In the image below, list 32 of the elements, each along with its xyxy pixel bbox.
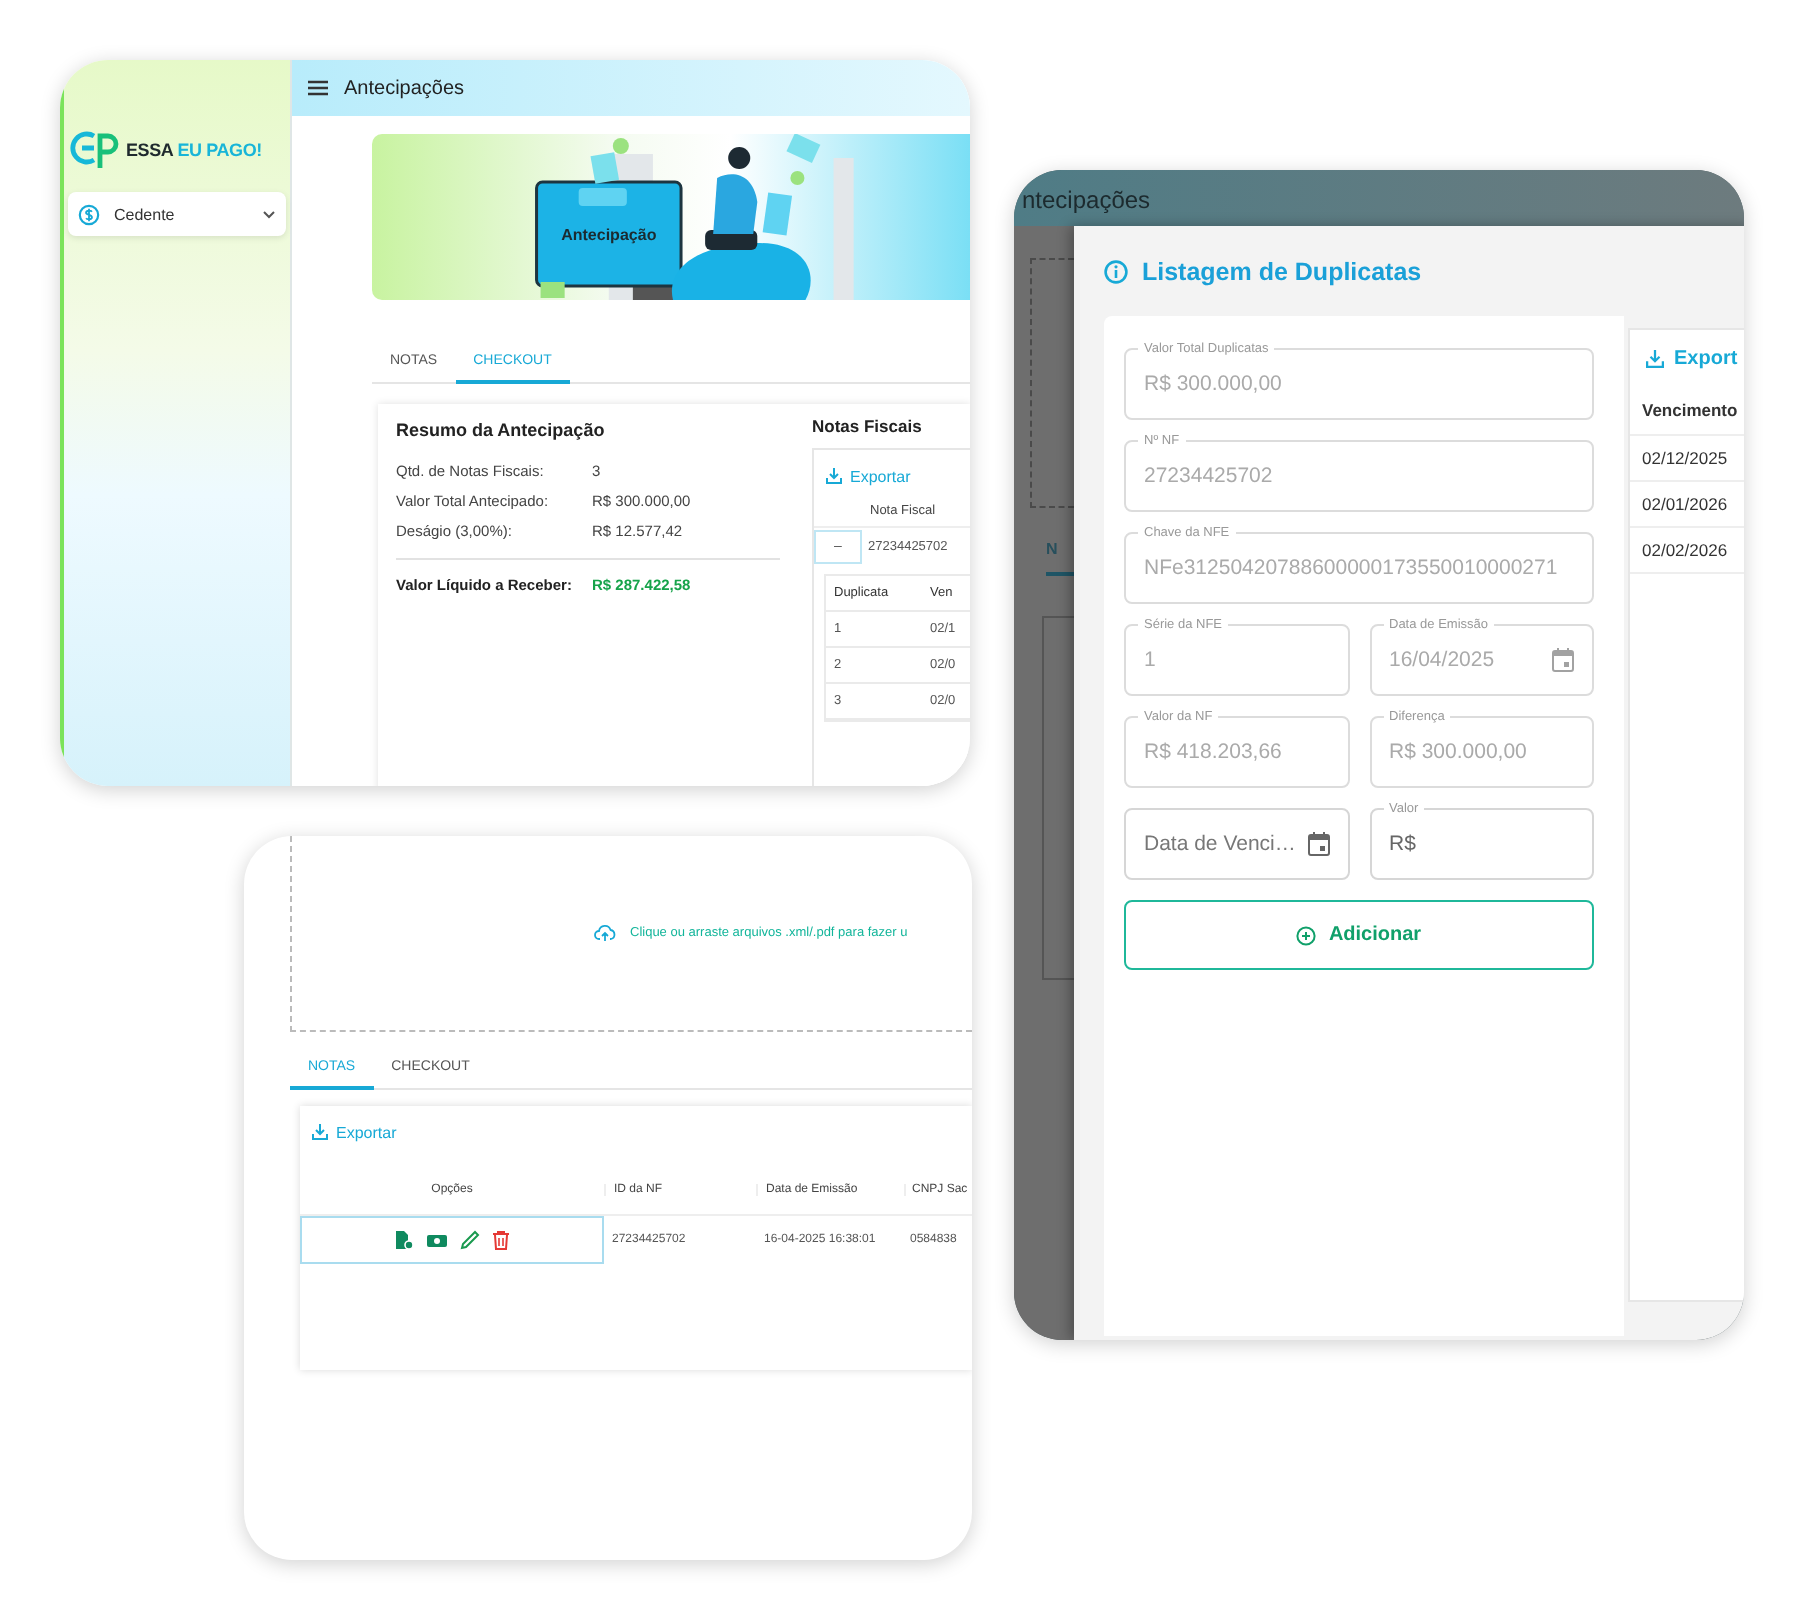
logo-icon bbox=[70, 128, 122, 172]
sidebar-item[interactable]: Cedente bbox=[68, 192, 286, 236]
table-cell: 02/01/2026 bbox=[1630, 482, 1744, 528]
menu-icon[interactable] bbox=[308, 80, 328, 96]
section-title: Notas Fiscais bbox=[812, 416, 924, 436]
export-button[interactable]: Export bbox=[1630, 330, 1744, 388]
download-icon bbox=[312, 1124, 328, 1140]
table-cell: 02/02/2026 bbox=[1630, 528, 1744, 574]
plus-circle-icon bbox=[1296, 925, 1317, 945]
calendar-icon[interactable] bbox=[1307, 832, 1329, 856]
edit-icon[interactable] bbox=[460, 1230, 480, 1250]
section-title: Resumo da Antecipação bbox=[396, 420, 607, 440]
table-cell: 02/12/2025 bbox=[1630, 436, 1744, 482]
brand-name: ESSA bbox=[126, 140, 174, 160]
document-icon[interactable] bbox=[394, 1230, 414, 1250]
info-icon bbox=[1104, 260, 1128, 284]
page-title: ntecipações bbox=[1022, 186, 1151, 214]
trash-icon[interactable] bbox=[492, 1230, 510, 1250]
download-icon bbox=[826, 468, 842, 484]
column-header: Vencimento bbox=[1630, 388, 1744, 436]
dollar-icon bbox=[78, 203, 100, 225]
add-button[interactable]: Adicionar bbox=[1124, 900, 1594, 970]
cloud-upload-icon bbox=[594, 924, 616, 942]
export-button[interactable]: Exportar bbox=[814, 459, 923, 493]
download-icon bbox=[1646, 350, 1664, 368]
dialog-title: Listagem de Duplicatas bbox=[1142, 258, 1422, 286]
chevron-icon bbox=[262, 209, 276, 219]
export-button[interactable]: Exportar bbox=[300, 1115, 409, 1149]
cash-icon[interactable] bbox=[426, 1231, 448, 1249]
page-title: Antecipações bbox=[344, 77, 465, 99]
brand-name: EU PAGO! bbox=[177, 140, 262, 160]
input-field[interactable]: Data de Venci… bbox=[1124, 808, 1349, 880]
